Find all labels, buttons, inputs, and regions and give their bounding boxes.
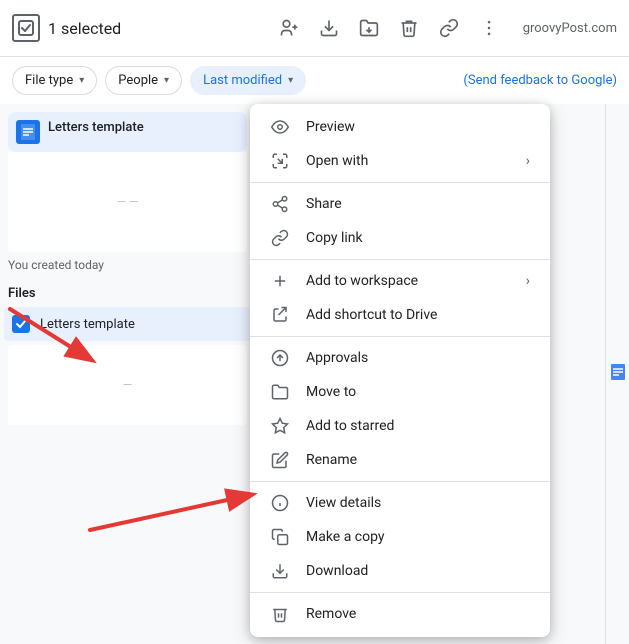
right-panel-indicator [605, 104, 629, 644]
second-card-preview: — [8, 345, 247, 425]
feedback-link[interactable]: (Send feedback to Google) [463, 73, 617, 88]
share-button[interactable] [271, 10, 307, 46]
approvals-label: Approvals [306, 350, 530, 366]
add-shortcut-label: Add shortcut to Drive [306, 307, 530, 323]
share-icon [270, 195, 290, 213]
select-all-checkbox[interactable] [12, 14, 40, 42]
menu-item-remove[interactable]: Remove [250, 597, 550, 631]
file-type-label: File type [25, 73, 73, 88]
doc-icon [16, 120, 40, 144]
divider-3 [250, 336, 550, 337]
files-section-label: Files [0, 276, 255, 305]
people-chevron-icon: ▾ [164, 75, 169, 86]
open-with-label: Open with [306, 153, 510, 169]
menu-item-move-to[interactable]: Move to [250, 375, 550, 409]
last-modified-chevron-icon: ▾ [288, 75, 293, 86]
rename-label: Rename [306, 452, 530, 468]
copy-link-button[interactable] [431, 10, 467, 46]
download-menu-icon [270, 562, 290, 580]
view-details-label: View details [306, 495, 530, 511]
move-to-label: Move to [306, 384, 530, 400]
menu-item-view-details[interactable]: View details [250, 486, 550, 520]
toolbar: 1 selected [0, 0, 629, 57]
share-label: Share [306, 196, 530, 212]
divider-5 [250, 592, 550, 593]
menu-item-open-with[interactable]: Open with › [250, 144, 550, 178]
menu-item-approvals[interactable]: Approvals [250, 341, 550, 375]
menu-item-download[interactable]: Download [250, 554, 550, 588]
eye-icon [270, 118, 290, 136]
menu-item-rename[interactable]: Rename [250, 443, 550, 477]
brand-label: groovyPost.com [523, 21, 617, 36]
file-type-chevron-icon: ▾ [79, 75, 84, 86]
remove-button[interactable] [391, 10, 427, 46]
created-today-label: You created today [0, 252, 255, 276]
menu-item-preview[interactable]: Preview [250, 110, 550, 144]
people-filter[interactable]: People ▾ [105, 66, 182, 95]
menu-item-copy-link[interactable]: Copy link [250, 221, 550, 255]
add-workspace-arrow-icon: › [526, 273, 530, 289]
divider-4 [250, 481, 550, 482]
rename-icon [270, 451, 290, 469]
menu-item-add-workspace[interactable]: Add to workspace › [250, 264, 550, 298]
plus-icon [270, 272, 290, 290]
add-starred-label: Add to starred [306, 418, 530, 434]
download-label: Download [306, 563, 530, 579]
star-icon [270, 417, 290, 435]
info-icon [270, 494, 290, 512]
link-icon [270, 229, 290, 247]
last-modified-label: Last modified [203, 73, 282, 88]
approvals-icon [270, 349, 290, 367]
divider-1 [250, 182, 550, 183]
shortcut-icon [270, 306, 290, 324]
divider-2 [250, 259, 550, 260]
menu-item-add-starred[interactable]: Add to starred [250, 409, 550, 443]
remove-label: Remove [306, 606, 530, 622]
more-actions-button[interactable] [471, 10, 507, 46]
download-button[interactable] [311, 10, 347, 46]
top-card-preview: — — [8, 152, 247, 252]
selected-file-row[interactable]: Letters template [4, 307, 251, 341]
make-copy-label: Make a copy [306, 529, 530, 545]
selected-count-label: 1 selected [48, 19, 121, 38]
context-menu: Preview Open with › [250, 104, 550, 637]
file-row-name: Letters template [40, 317, 135, 332]
top-card-title: Letters template [48, 120, 144, 135]
file-type-filter[interactable]: File type ▾ [12, 66, 97, 95]
open-with-icon [270, 152, 290, 170]
add-workspace-label: Add to workspace [306, 273, 510, 289]
open-with-arrow-icon: › [526, 153, 530, 169]
left-panel: Letters template — — You created today F… [0, 104, 255, 644]
main-content: Letters template — — You created today F… [0, 104, 629, 644]
copy-icon [270, 528, 290, 546]
preview-label: Preview [306, 119, 530, 135]
menu-item-make-copy[interactable]: Make a copy [250, 520, 550, 554]
copy-link-label: Copy link [306, 230, 530, 246]
last-modified-filter[interactable]: Last modified ▾ [190, 66, 306, 95]
top-file-card[interactable]: Letters template [8, 112, 247, 152]
menu-item-add-shortcut[interactable]: Add shortcut to Drive [250, 298, 550, 332]
move-to-folder-button[interactable] [351, 10, 387, 46]
toolbar-actions [271, 10, 507, 46]
people-label: People [118, 73, 158, 88]
filter-bar: File type ▾ People ▾ Last modified ▾ (Se… [0, 57, 629, 104]
file-checkbox[interactable] [12, 315, 30, 333]
move-icon [270, 383, 290, 401]
menu-item-share[interactable]: Share [250, 187, 550, 221]
trash-icon [270, 605, 290, 623]
